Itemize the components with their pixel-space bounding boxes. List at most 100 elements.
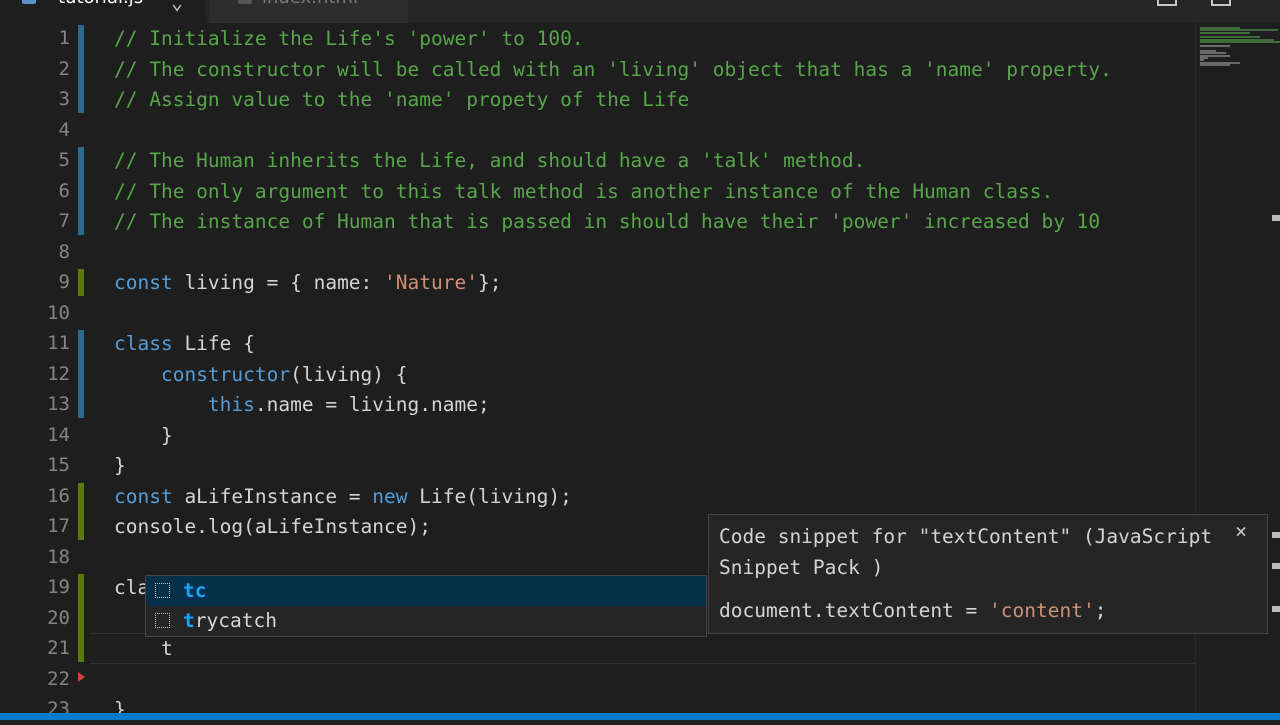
code-line: // The constructor will be called with a… bbox=[114, 54, 1112, 85]
suggest-label: trycatch bbox=[183, 609, 277, 632]
line-number: 6 bbox=[58, 179, 70, 202]
line-number: 14 bbox=[47, 423, 70, 446]
code-token: (living) { bbox=[290, 362, 408, 386]
code-token: 'Nature' bbox=[384, 271, 478, 294]
code-line: class Life { bbox=[114, 328, 255, 359]
suggest-label: tc bbox=[183, 579, 207, 602]
code-token: constructor bbox=[160, 362, 291, 386]
code-token: ; bbox=[1094, 599, 1107, 622]
code-token: } bbox=[114, 454, 126, 477]
code-line: } bbox=[114, 420, 173, 451]
tab-label: tutorial.js bbox=[58, 0, 143, 8]
code-line: constructor(living) { bbox=[114, 359, 408, 390]
line-number: 18 bbox=[47, 545, 70, 568]
overview-ruler-mark bbox=[1272, 563, 1280, 569]
git-change-indicator[interactable] bbox=[78, 482, 84, 540]
git-change-indicator[interactable] bbox=[78, 147, 84, 235]
minimap-line bbox=[1200, 45, 1230, 48]
line-number: 1 bbox=[58, 27, 70, 49]
javascript-file-icon bbox=[22, 0, 36, 4]
more-actions-icon[interactable] bbox=[1211, 0, 1231, 6]
code-line: console.log(aLifeInstance); bbox=[114, 511, 431, 542]
snippet-preview: document.textContent = 'content'; bbox=[719, 595, 1106, 626]
split-editor-icon[interactable] bbox=[1157, 0, 1177, 6]
line-number: 4 bbox=[58, 118, 70, 141]
code-line: const living = { name: 'Nature'}; bbox=[114, 267, 501, 298]
chevron-down-icon[interactable]: ⌄ bbox=[171, 0, 183, 14]
snippet-icon bbox=[155, 613, 170, 628]
line-number: 3 bbox=[58, 88, 70, 110]
overview-ruler-mark bbox=[1272, 606, 1280, 612]
tab-bar: tutorial.js ⌄ index.html bbox=[0, 0, 1280, 23]
code-token: cla bbox=[114, 576, 150, 599]
code-line: // The only argument to this talk method… bbox=[114, 176, 1053, 207]
code-line: t bbox=[114, 633, 173, 664]
suggest-widget[interactable]: tc trycatch bbox=[145, 575, 707, 637]
code-token: }; bbox=[477, 271, 502, 294]
overview-ruler-mark bbox=[1272, 532, 1280, 538]
close-icon[interactable]: × bbox=[1235, 519, 1247, 543]
line-number: 12 bbox=[47, 362, 70, 385]
code-token: class bbox=[114, 332, 173, 355]
code-token: } bbox=[114, 423, 173, 447]
code-line: // Assign value to the 'name' propety of… bbox=[114, 84, 689, 115]
code-token: // The constructor will be called with a… bbox=[114, 57, 1112, 81]
code-token: t bbox=[114, 637, 173, 660]
code-token: // Assign value to the 'name' propety of… bbox=[114, 88, 690, 111]
overview-ruler-mark bbox=[1272, 215, 1280, 221]
html-file-icon bbox=[238, 0, 252, 4]
line-number: 5 bbox=[58, 149, 70, 171]
line-number: 16 bbox=[47, 484, 70, 507]
code-line: this.name = living.name; bbox=[114, 389, 490, 420]
line-number: 15 bbox=[47, 454, 70, 476]
code-token: 'content' bbox=[989, 599, 1095, 622]
line-number: 9 bbox=[58, 271, 70, 293]
code-token: const bbox=[114, 484, 173, 508]
line-number: 7 bbox=[58, 210, 70, 232]
status-bar bbox=[0, 713, 1280, 720]
minimap-line bbox=[1200, 40, 1280, 43]
line-number: 19 bbox=[47, 576, 70, 598]
code-token: document.textContent = bbox=[719, 599, 990, 622]
line-number: 21 bbox=[47, 637, 70, 659]
line-number: 22 bbox=[47, 667, 70, 690]
tab-label: index.html bbox=[262, 0, 358, 8]
git-change-indicator[interactable] bbox=[78, 330, 84, 418]
line-number: 2 bbox=[58, 57, 70, 80]
code-token: Life { bbox=[172, 332, 255, 355]
snippet-icon bbox=[155, 583, 170, 598]
deleted-line-marker[interactable] bbox=[78, 671, 85, 682]
code-line: // Initialize the Life's 'power' to 100. bbox=[114, 23, 584, 54]
code-line: } bbox=[114, 694, 126, 725]
git-change-indicator[interactable] bbox=[78, 574, 84, 662]
line-number: 10 bbox=[47, 301, 70, 324]
code-token: aLifeInstance = bbox=[172, 484, 373, 508]
line-number: 17 bbox=[47, 515, 70, 537]
code-token: // The instance of Human that is passed … bbox=[114, 210, 1101, 233]
code-line: } bbox=[114, 450, 126, 481]
code-token: living = { name: bbox=[172, 271, 385, 294]
suggest-item-tc[interactable]: tc bbox=[146, 576, 706, 606]
code-token: Life(living); bbox=[407, 484, 572, 508]
code-token: this bbox=[207, 393, 255, 416]
minimap-line bbox=[1200, 31, 1250, 34]
git-change-indicator[interactable] bbox=[78, 25, 84, 113]
code-token: .name = living.name; bbox=[254, 393, 490, 416]
snippet-description: Code snippet for "textContent" (JavaScri… bbox=[719, 525, 1213, 579]
tab-index-html[interactable]: index.html bbox=[210, 0, 408, 23]
code-line: const aLifeInstance = new Life(living); bbox=[114, 481, 572, 512]
line-number: 11 bbox=[47, 332, 70, 354]
code-token: // Initialize the Life's 'power' to 100. bbox=[114, 27, 584, 50]
minimap-line bbox=[1200, 63, 1230, 66]
code-line: // The Human inherits the Life, and shou… bbox=[114, 145, 865, 176]
suggest-item-trycatch[interactable]: trycatch bbox=[146, 606, 706, 636]
code-token: const bbox=[114, 271, 173, 294]
code-line: // The instance of Human that is passed … bbox=[114, 206, 1100, 237]
git-change-indicator[interactable] bbox=[78, 269, 84, 296]
line-number: 8 bbox=[58, 240, 70, 263]
line-number: 13 bbox=[47, 393, 70, 415]
tab-tutorial-js[interactable]: tutorial.js ⌄ bbox=[0, 0, 205, 23]
suggest-label-rest: rycatch bbox=[194, 609, 277, 632]
